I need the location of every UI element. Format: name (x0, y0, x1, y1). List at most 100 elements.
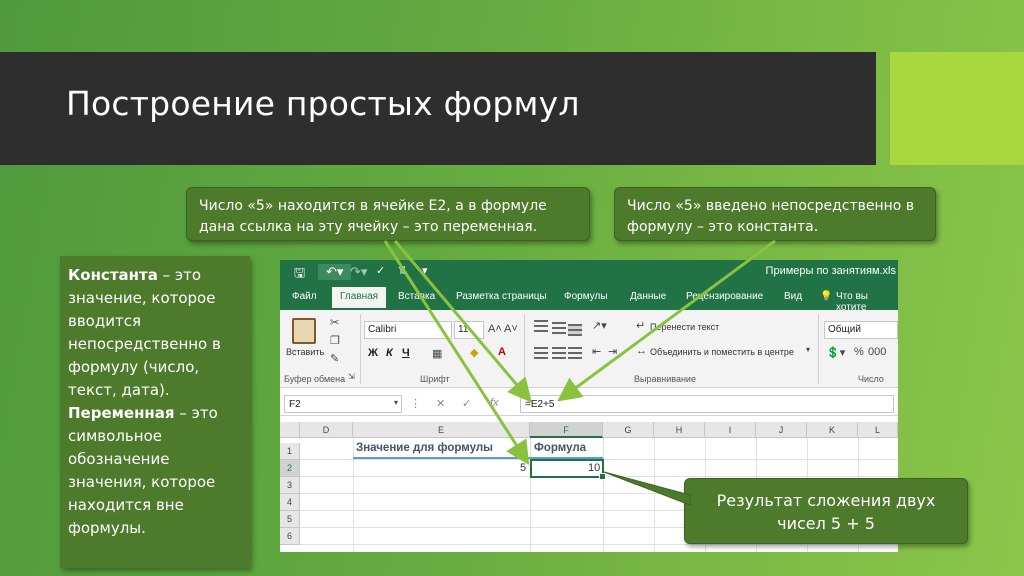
tab-formulas[interactable]: Формулы (564, 291, 608, 302)
column-header[interactable]: H (654, 422, 705, 438)
lightbulb-icon[interactable]: 💡 (820, 291, 832, 302)
formula-bar: F2 ▾ ⋮ ✕ ✓ fx =E2+5 (280, 392, 898, 416)
row-header[interactable]: 1 (280, 443, 300, 460)
row-header[interactable]: 4 (280, 494, 300, 511)
more-icon: ⋮ (410, 398, 421, 410)
sort-icon[interactable]: ⇅ (398, 264, 407, 277)
merge-icon[interactable]: ↔ (636, 345, 647, 357)
tab-page-layout[interactable]: Разметка страницы (456, 291, 547, 302)
group-font-label: Шрифт (420, 374, 450, 384)
header-underline (353, 457, 530, 459)
name-box-dropdown-icon[interactable]: ▾ (394, 398, 398, 407)
gridline (603, 438, 604, 552)
callout-variable: Число «5» находится в ячейке E2, а в фор… (186, 187, 590, 241)
paste-button-label[interactable]: Вставить (286, 347, 324, 357)
underline-button[interactable]: Ч (402, 347, 410, 359)
ribbon-separator (360, 314, 361, 384)
borders-icon[interactable]: ▦ (432, 347, 442, 360)
callout-result: Результат сложения двух чисел 5 + 5 (684, 478, 968, 544)
row-header-selected[interactable]: 2 (280, 460, 300, 477)
currency-icon[interactable]: 💲▾ (826, 346, 845, 359)
italic-button[interactable]: К (386, 347, 393, 359)
cancel-icon[interactable]: ✕ (436, 397, 445, 410)
align-middle-icon[interactable] (552, 322, 566, 334)
percent-icon[interactable]: % (854, 346, 864, 358)
cut-icon[interactable]: ✂ (330, 316, 339, 329)
bold-button[interactable]: Ж (368, 347, 378, 359)
file-title: Примеры по занятиям.xls (765, 265, 896, 277)
gridline (300, 544, 898, 545)
orientation-icon[interactable]: ↗▾ (592, 319, 607, 332)
column-header[interactable]: I (705, 422, 756, 438)
group-clipboard-label: Буфер обмена (284, 374, 346, 384)
font-size-select[interactable]: 11 (454, 321, 484, 339)
undo-icon[interactable]: ↶▾ (318, 264, 352, 280)
ribbon-tabs: Файл Главная Вставка Разметка страницы Ф… (280, 284, 898, 313)
gridline (353, 438, 354, 552)
decrease-font-icon[interactable]: A˅ (504, 323, 518, 335)
column-header-selected[interactable]: F (530, 422, 603, 438)
wrap-text-button[interactable]: Перенести текст (650, 322, 719, 332)
wrap-text-icon[interactable]: ↵ (636, 319, 645, 332)
row-header[interactable]: 3 (280, 477, 300, 494)
align-top-icon[interactable] (534, 320, 548, 332)
align-bottom-icon[interactable] (568, 324, 582, 336)
format-painter-icon[interactable]: ✎ (330, 352, 339, 365)
column-header[interactable]: K (807, 422, 858, 438)
select-all-corner[interactable] (280, 422, 300, 438)
ribbon-separator (524, 314, 525, 384)
column-header[interactable]: G (603, 422, 654, 438)
definition-box: Константа – это значение, которое вводит… (60, 256, 250, 568)
accent-square (890, 52, 1024, 165)
slide-title: Построение простых формул (66, 84, 580, 123)
tab-file[interactable]: Файл (292, 291, 317, 302)
customize-icon[interactable]: ▾ (422, 264, 428, 277)
row-header[interactable]: 5 (280, 511, 300, 528)
row-header[interactable]: 6 (280, 528, 300, 545)
decrease-indent-icon[interactable]: ⇤ (592, 345, 601, 358)
align-left-icon[interactable] (534, 347, 548, 359)
align-right-icon[interactable] (568, 347, 582, 359)
tab-view[interactable]: Вид (784, 291, 802, 302)
tab-home[interactable]: Главная (332, 287, 387, 308)
font-color-icon[interactable]: A (498, 346, 506, 358)
column-header[interactable]: J (756, 422, 807, 438)
cell-e1[interactable]: Значение для формулы (356, 442, 493, 454)
dialog-launcher-icon[interactable]: ⇲ (348, 372, 355, 381)
merge-dropdown-icon[interactable]: ▾ (806, 345, 810, 354)
cell-f1[interactable]: Формула (534, 442, 586, 454)
font-name-select[interactable]: Calibri (364, 321, 452, 339)
constant-term: Константа (68, 266, 158, 284)
name-box[interactable]: F2 (284, 395, 402, 413)
cell-f2[interactable]: 10 (588, 462, 600, 474)
cell-e2[interactable]: 5 (520, 462, 526, 474)
spellcheck-icon[interactable]: ✓ (376, 264, 385, 277)
number-format-select[interactable]: Общий (824, 321, 898, 339)
column-header[interactable]: D (300, 422, 353, 438)
enter-icon[interactable]: ✓ (462, 397, 471, 410)
save-icon[interactable]: 🖫 (294, 264, 305, 286)
column-header[interactable]: L (858, 422, 898, 438)
ribbon: Вставить ✂ ❐ ✎ Буфер обмена ⇲ Calibri 11… (280, 310, 898, 388)
clipboard-icon[interactable] (292, 318, 316, 344)
tab-review[interactable]: Рецензирование (686, 291, 763, 302)
increase-font-icon[interactable]: A˄ (488, 323, 502, 335)
column-header[interactable]: E (353, 422, 530, 438)
variable-text: – это символьное обозначение значения, к… (68, 404, 218, 537)
formula-input[interactable]: =E2+5 (520, 395, 894, 413)
variable-term: Переменная (68, 404, 175, 422)
group-alignment-label: Выравнивание (634, 374, 696, 384)
ribbon-separator (818, 314, 819, 384)
gridline (530, 438, 531, 552)
tab-insert[interactable]: Вставка (398, 291, 435, 302)
thousands-icon[interactable]: 000 (868, 346, 886, 358)
tab-data[interactable]: Данные (630, 291, 666, 302)
align-center-icon[interactable] (552, 347, 566, 359)
group-number-label: Число (858, 374, 884, 384)
insert-function-icon[interactable]: fx (490, 397, 499, 409)
merge-center-button[interactable]: Объединить и поместить в центре (650, 347, 794, 357)
redo-icon[interactable]: ↷▾ (350, 264, 367, 280)
copy-icon[interactable]: ❐ (330, 334, 340, 347)
increase-indent-icon[interactable]: ⇥ (608, 345, 617, 358)
fill-color-icon[interactable]: ◆ (470, 346, 478, 359)
